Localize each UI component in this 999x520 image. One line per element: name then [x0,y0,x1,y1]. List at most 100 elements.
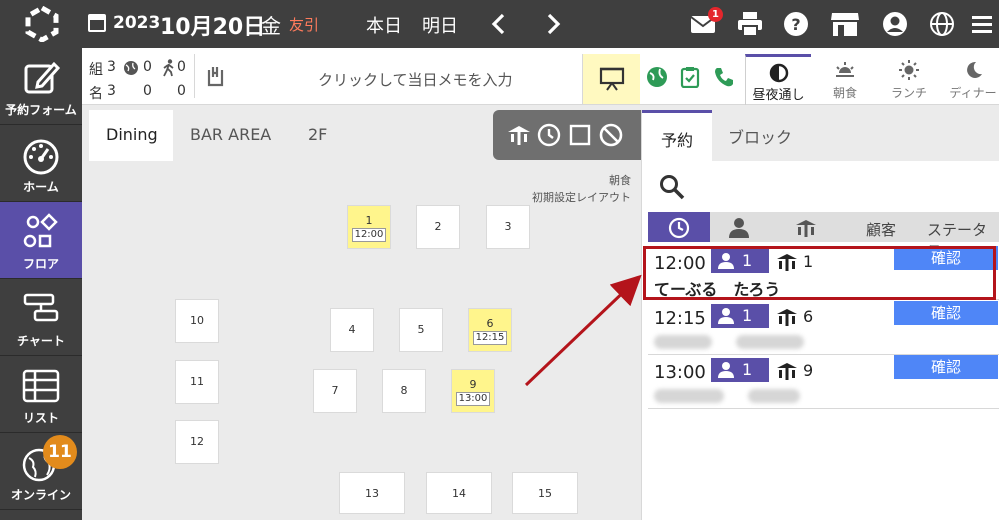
customer-name-redacted [654,389,724,403]
print-icon[interactable] [737,11,763,37]
calendar-icon[interactable] [88,14,106,32]
reservation-row[interactable]: 12:15 1 6 確認 [648,301,999,355]
dashboard-icon [23,139,59,175]
search-icon[interactable] [659,174,685,200]
people-walkin: 0 [177,83,186,99]
tomorrow-button[interactable]: 明日 [422,12,458,38]
list-header: 顧客 ステータス [648,212,999,260]
shapes-icon [23,213,58,248]
table-number: 1 [365,214,373,227]
clock-icon[interactable] [537,123,561,147]
arrow-left-icon[interactable] [486,10,512,38]
floor-table-12[interactable]: 12 [175,420,219,464]
table-number: 7 [331,384,339,397]
floor-table-15[interactable]: 15 [512,472,578,514]
sidebar-item-floor[interactable]: フロア [0,202,82,279]
floor-table-8[interactable]: 8 [382,369,426,413]
floor-table-1[interactable]: 1 12:00 [347,205,391,249]
meal-tab-allday[interactable]: 昼夜通し [745,54,811,105]
table-number: 4 [348,323,356,336]
floor-table-13[interactable]: 13 [339,472,405,514]
sort-time-button[interactable] [648,212,710,242]
meal-tab-label: 昼夜通し [752,88,805,103]
chart-icon [23,293,59,322]
reservation-row[interactable]: 13:00 1 9 確認 [648,355,999,409]
help-icon[interactable]: ? [783,11,809,37]
sun-icon [899,60,919,80]
meal-tab-lunch[interactable]: ランチ [876,54,942,105]
customer-name-redacted [736,335,804,349]
sidebar-item-chart[interactable]: チャート [0,279,82,356]
globe-icon[interactable] [929,11,955,37]
guest-count: 1 [742,306,753,325]
people-web: 0 [143,83,152,99]
floor-table-2[interactable]: 2 [416,205,460,249]
table-number: 14 [452,487,466,500]
today-button[interactable]: 本日 [366,12,402,38]
column-customer[interactable]: 顧客 [866,219,896,240]
table-time: 12:00 [352,228,386,242]
logo-icon[interactable] [24,6,60,42]
reservation-time: 12:15 [654,308,706,329]
floor-table-6[interactable]: 6 12:15 [468,308,512,352]
table-number: 15 [538,487,552,500]
presentation-button[interactable] [582,54,640,104]
status-badge[interactable]: 確認 [894,355,998,379]
groups-label: 組 [89,62,103,78]
floor-table-4[interactable]: 4 [330,308,374,352]
tab-reservations[interactable]: 予約 [642,110,712,161]
guest-count-badge: 1 [711,304,769,328]
floor-table-11[interactable]: 11 [175,360,219,404]
svg-text:?: ? [791,15,800,34]
floor-table-5[interactable]: 5 [399,308,443,352]
floor-tab-dining[interactable]: Dining [89,110,173,161]
customer-name-redacted [654,335,712,349]
meal-tab-breakfast[interactable]: 朝食 [812,54,878,105]
account-icon[interactable] [882,11,908,37]
people-total: 3 [107,83,116,99]
meal-tab-dinner[interactable]: ディナー [940,54,999,105]
store-icon[interactable] [830,11,860,37]
floor-table-3[interactable]: 3 [486,205,530,249]
memo-input[interactable]: クリックして当日メモを入力 [318,69,513,90]
memo-icon [207,67,224,87]
layout-name-label: 初期設定レイアウト [532,191,631,204]
guest-count: 1 [742,360,753,379]
info-bar: 組 3 0 0 名 3 0 0 クリックして当日メモを入力 昼夜通し 朝食 ラン… [82,48,999,105]
status-badge[interactable]: 確認 [894,301,998,325]
divider [194,54,195,98]
square-icon[interactable] [568,123,592,147]
floor-tab-2f[interactable]: 2F [308,110,327,161]
person-icon[interactable] [728,217,750,239]
table-icon [22,369,60,403]
menu-icon[interactable] [970,11,994,37]
meal-tab-label: 朝食 [832,86,857,100]
date-month-day[interactable]: 10月20日 [160,9,265,41]
arrow-right-icon[interactable] [540,10,566,38]
sidebar-item-reservation-form[interactable]: 予約フォーム [0,48,82,125]
walk-in-icon [163,59,174,77]
floor-table-7[interactable]: 7 [313,369,357,413]
top-bar: 2023 10月20日 金 友引 本日 明日 1 ? [0,0,999,48]
table-number: 3 [504,220,512,233]
phone-icon[interactable] [713,66,735,88]
floor-table-14[interactable]: 14 [426,472,492,514]
floor-tab-bar-area[interactable]: BAR AREA [190,110,271,161]
floor-table-10[interactable]: 10 [175,299,219,343]
highlight-box [643,246,996,300]
floor-table-9[interactable]: 9 13:00 [451,369,495,413]
date-year[interactable]: 2023 [113,13,160,33]
sidebar-item-home[interactable]: ホーム [0,125,82,202]
table-umbrella-icon[interactable] [795,217,817,239]
ban-icon[interactable] [599,123,623,147]
table-number: 11 [190,375,204,388]
sidebar-item-list[interactable]: リスト [0,356,82,433]
tab-blocks[interactable]: ブロック [712,110,999,161]
table-number: 10 [190,314,204,327]
presentation-icon [599,67,625,91]
table-number: 9 [469,378,477,391]
globe-green-icon[interactable] [646,66,668,88]
table-umbrella-icon[interactable] [507,123,531,147]
table-number: 13 [365,487,379,500]
clipboard-icon[interactable] [679,66,701,88]
